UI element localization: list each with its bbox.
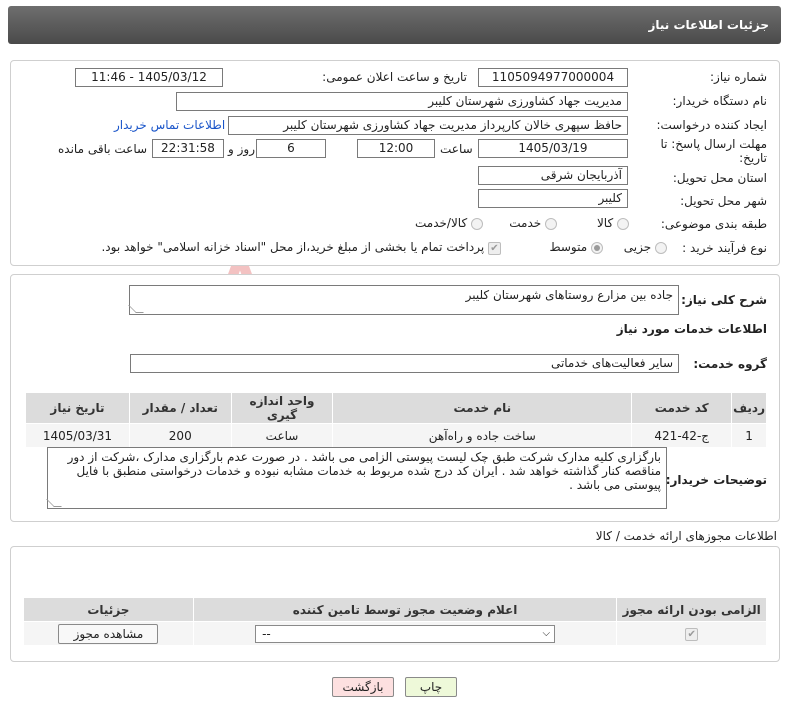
category-goods-radio[interactable] xyxy=(617,217,629,230)
back-button[interactable]: بازگشت xyxy=(332,677,394,697)
cell-permit-status: -- ⌵ xyxy=(192,621,618,646)
category-option-goods[interactable]: کالا xyxy=(597,216,629,230)
buyer-notes-label: توضیحات خریدار: xyxy=(665,473,767,487)
services-section-title: اطلاعات خدمات مورد نیاز xyxy=(616,322,767,336)
process-option-medium[interactable]: متوسط xyxy=(549,240,603,254)
services-table-wrap: ردیف کد خدمت نام خدمت واحد اندازه گیری ت… xyxy=(25,392,767,448)
buyer-notes-text: بارگزاری کلیه مدارک شرکت طبق چک لیست پیو… xyxy=(67,450,661,492)
col-unit: واحد اندازه گیری xyxy=(230,392,334,424)
announce-datetime-label: تاریخ و ساعت اعلان عمومی: xyxy=(322,70,467,84)
col-service-code: کد خدمت xyxy=(631,392,733,424)
need-summary-text: جاده بین مزارع روستاهای شهرستان کلیبر xyxy=(465,288,673,302)
category-option-goods-service[interactable]: کالا/خدمت xyxy=(415,216,483,230)
province-field: آذربایجان شرقی xyxy=(478,166,628,185)
creator-label: ایجاد کننده درخواست: xyxy=(656,118,767,132)
need-summary-label: شرح کلی نیاز: xyxy=(681,293,767,307)
permits-table-header-row: الزامی بودن ارائه مجوز اعلام وضعیت مجوز … xyxy=(23,597,767,622)
process-minor-radio[interactable] xyxy=(655,241,667,254)
page-header: جزئیات اطلاعات نیاز xyxy=(8,6,781,44)
deadline-time-field: 12:00 xyxy=(357,139,435,158)
process-type-label: نوع فرآیند خرید : xyxy=(682,241,767,255)
cell-permit-details: مشاهده مجوز xyxy=(23,621,194,646)
category-goods-label: کالا xyxy=(596,216,614,230)
deadline-time-label: ساعت xyxy=(440,142,473,156)
days-label: روز و xyxy=(228,142,255,156)
treasury-payment-note: پرداخت تمام یا بخشی از مبلغ خرید،از محل … xyxy=(101,240,485,254)
buyer-org-field: مدیریت جهاد کشاورزی شهرستان کلیبر xyxy=(176,92,628,111)
cell-row-number: 1 xyxy=(731,423,767,448)
days-remaining-field: 6 xyxy=(256,139,326,158)
col-permit-required: الزامی بودن ارائه مجوز xyxy=(616,597,767,622)
chevron-down-icon[interactable]: ⌵ xyxy=(543,626,551,642)
cell-quantity: 200 xyxy=(128,423,232,448)
announce-datetime-field: 1405/03/12 - 11:46 xyxy=(75,68,223,87)
service-group-label: گروه خدمت: xyxy=(693,357,767,371)
category-option-service[interactable]: خدمت xyxy=(509,216,557,230)
buyer-notes-field: بارگزاری کلیه مدارک شرکت طبق چک لیست پیو… xyxy=(46,447,667,509)
buyer-org-label: نام دستگاه خریدار: xyxy=(672,94,768,108)
permit-status-selected-value: -- xyxy=(262,626,271,641)
services-table: ردیف کد خدمت نام خدمت واحد اندازه گیری ت… xyxy=(25,392,767,448)
permits-table-wrap: الزامی بودن ارائه مجوز اعلام وضعیت مجوز … xyxy=(23,597,767,646)
col-quantity: تعداد / مقدار xyxy=(128,392,232,424)
category-goods-service-radio[interactable] xyxy=(471,217,483,230)
col-need-date: تاریخ نیاز xyxy=(25,392,130,424)
category-goods-service-label: کالا/خدمت xyxy=(414,216,468,230)
category-label: طبقه بندی موضوعی: xyxy=(660,217,767,231)
need-number-field: 1105094977000004 xyxy=(478,68,628,87)
cell-need-date: 1405/03/31 xyxy=(25,423,130,448)
col-permit-status: اعلام وضعیت مجوز توسط تامین کننده xyxy=(192,597,618,622)
cell-service-code: ج-42-421 xyxy=(631,423,733,448)
col-permit-details: جزئیات xyxy=(23,597,194,622)
cell-service-name: ساخت جاده و راه‌آهن xyxy=(332,423,633,448)
deadline-date-field: 1405/03/19 xyxy=(478,139,628,158)
province-label: استان محل تحویل: xyxy=(672,171,767,185)
table-row: ✔ -- ⌵ مشاهده مجوز xyxy=(23,621,767,646)
category-service-radio[interactable] xyxy=(545,217,557,230)
process-medium-radio[interactable] xyxy=(591,241,603,254)
page-title: جزئیات اطلاعات نیاز xyxy=(648,18,769,32)
print-button[interactable]: چاپ xyxy=(405,677,457,697)
view-permit-button[interactable]: مشاهده مجوز xyxy=(58,623,159,644)
cell-permit-required: ✔ xyxy=(616,621,767,646)
remaining-time-field: 22:31:58 xyxy=(152,139,224,158)
treasury-payment-checkbox[interactable]: ✔ xyxy=(488,242,501,255)
permit-status-select[interactable]: -- ⌵ xyxy=(255,624,556,643)
permit-required-checkbox: ✔ xyxy=(685,628,699,641)
permits-section-title: اطلاعات مجوزهای ارائه خدمت / کالا xyxy=(595,529,777,543)
creator-field: حافظ سپهری خالان کارپرداز مدیریت جهاد کش… xyxy=(228,116,628,135)
col-service-name: نام خدمت xyxy=(332,392,633,424)
resize-grip-icon[interactable] xyxy=(46,499,62,507)
need-summary-field: جاده بین مزارع روستاهای شهرستان کلیبر xyxy=(128,285,679,315)
service-group-field: سایر فعالیت‌های خدماتی xyxy=(130,354,679,373)
permits-table: الزامی بودن ارائه مجوز اعلام وضعیت مجوز … xyxy=(23,597,767,646)
need-number-label: شماره نیاز: xyxy=(710,70,767,84)
table-row: 1 ج-42-421 ساخت جاده و راه‌آهن ساعت 200 … xyxy=(25,423,767,448)
remaining-time-label: ساعت باقی مانده xyxy=(58,142,148,156)
process-option-minor[interactable]: جزیی xyxy=(624,240,667,254)
buyer-contact-link[interactable]: اطلاعات تماس خریدار xyxy=(114,118,225,132)
treasury-payment-option[interactable]: ✔ پرداخت تمام یا بخشی از مبلغ خرید،از مح… xyxy=(101,240,501,255)
col-row-number: ردیف xyxy=(731,392,767,424)
city-field: کلیبر xyxy=(478,189,628,208)
process-minor-label: جزیی xyxy=(623,240,652,254)
process-medium-label: متوسط xyxy=(549,240,588,254)
services-table-header-row: ردیف کد خدمت نام خدمت واحد اندازه گیری ت… xyxy=(25,392,767,424)
cell-unit: ساعت xyxy=(230,423,334,448)
city-label: شهر محل تحویل: xyxy=(680,194,767,208)
deadline-label: مهلت ارسال پاسخ: تا تاریخ: xyxy=(660,137,767,165)
category-service-label: خدمت xyxy=(509,216,542,230)
resize-grip-icon[interactable] xyxy=(128,305,144,313)
